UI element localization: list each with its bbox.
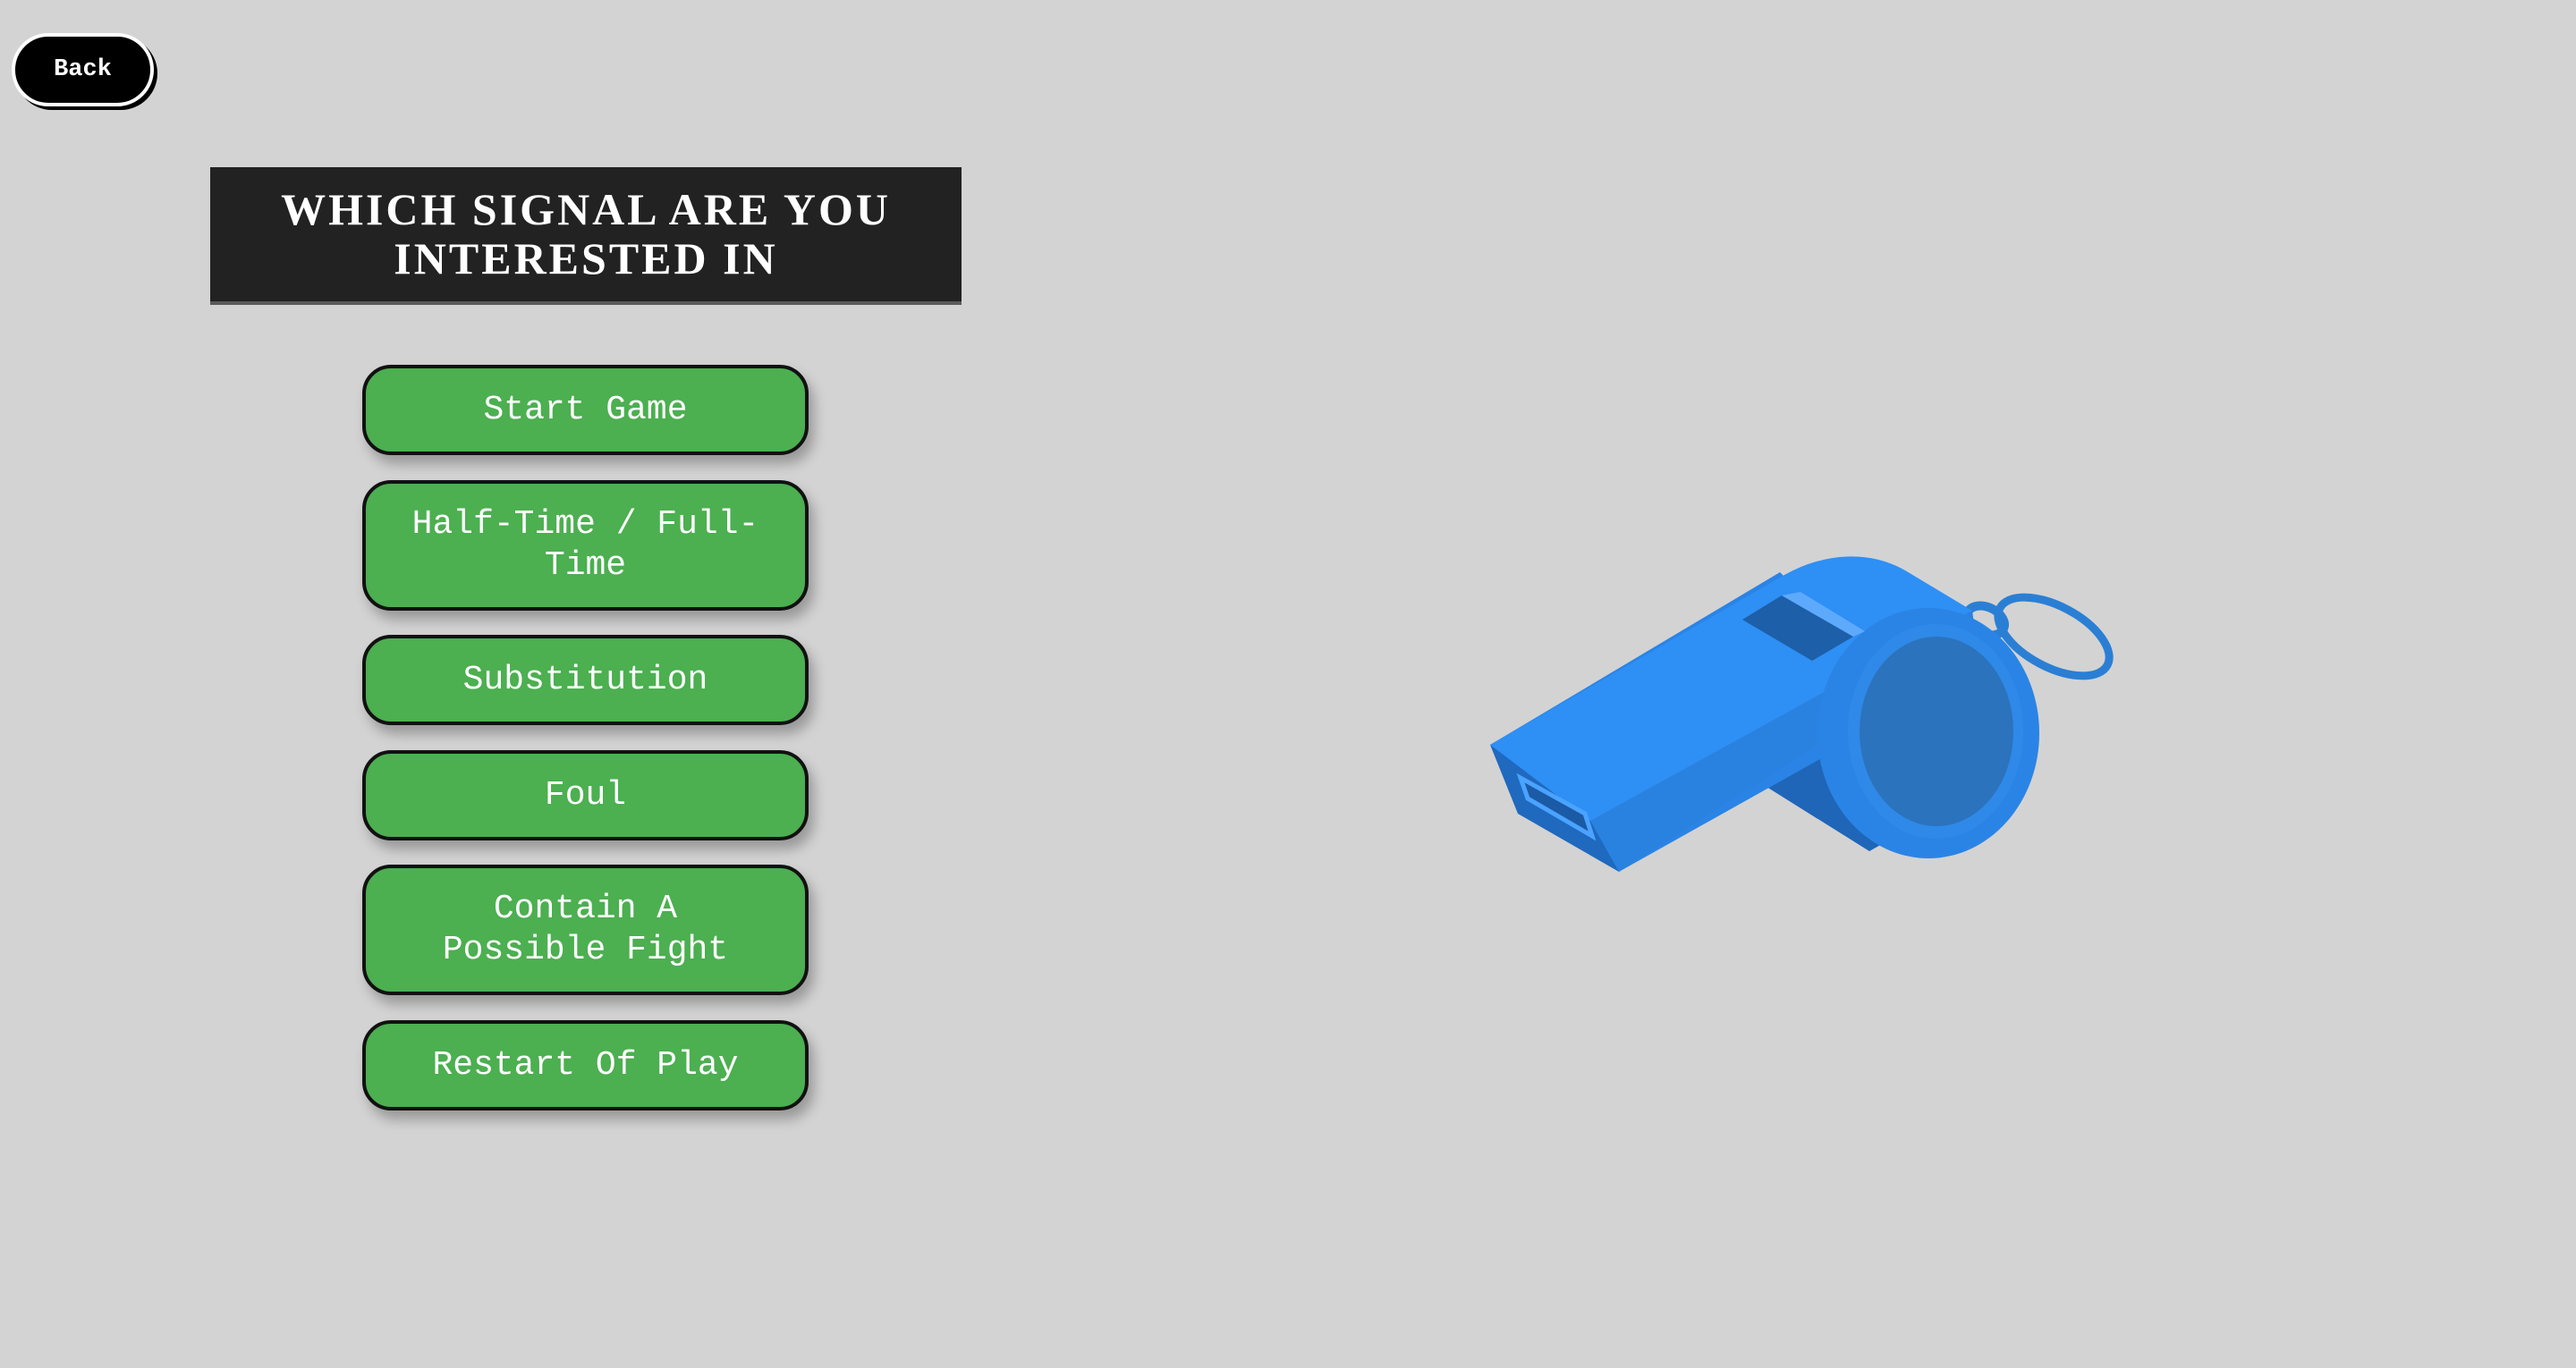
- half-time-full-time-button[interactable]: Half-Time / Full-Time: [362, 480, 809, 611]
- foul-button[interactable]: Foul: [362, 750, 809, 840]
- back-button[interactable]: Back: [12, 33, 154, 106]
- page-title: WHICH SIGNAL ARE YOU INTERESTED IN: [281, 184, 891, 283]
- substitution-button[interactable]: Substitution: [362, 635, 809, 725]
- restart-of-play-button[interactable]: Restart Of Play: [362, 1020, 809, 1110]
- title-banner: WHICH SIGNAL ARE YOU INTERESTED IN: [210, 167, 962, 305]
- whistle-icon: [1467, 545, 2129, 885]
- start-game-button[interactable]: Start Game: [362, 365, 809, 455]
- contain-possible-fight-button[interactable]: Contain A Possible Fight: [362, 865, 809, 995]
